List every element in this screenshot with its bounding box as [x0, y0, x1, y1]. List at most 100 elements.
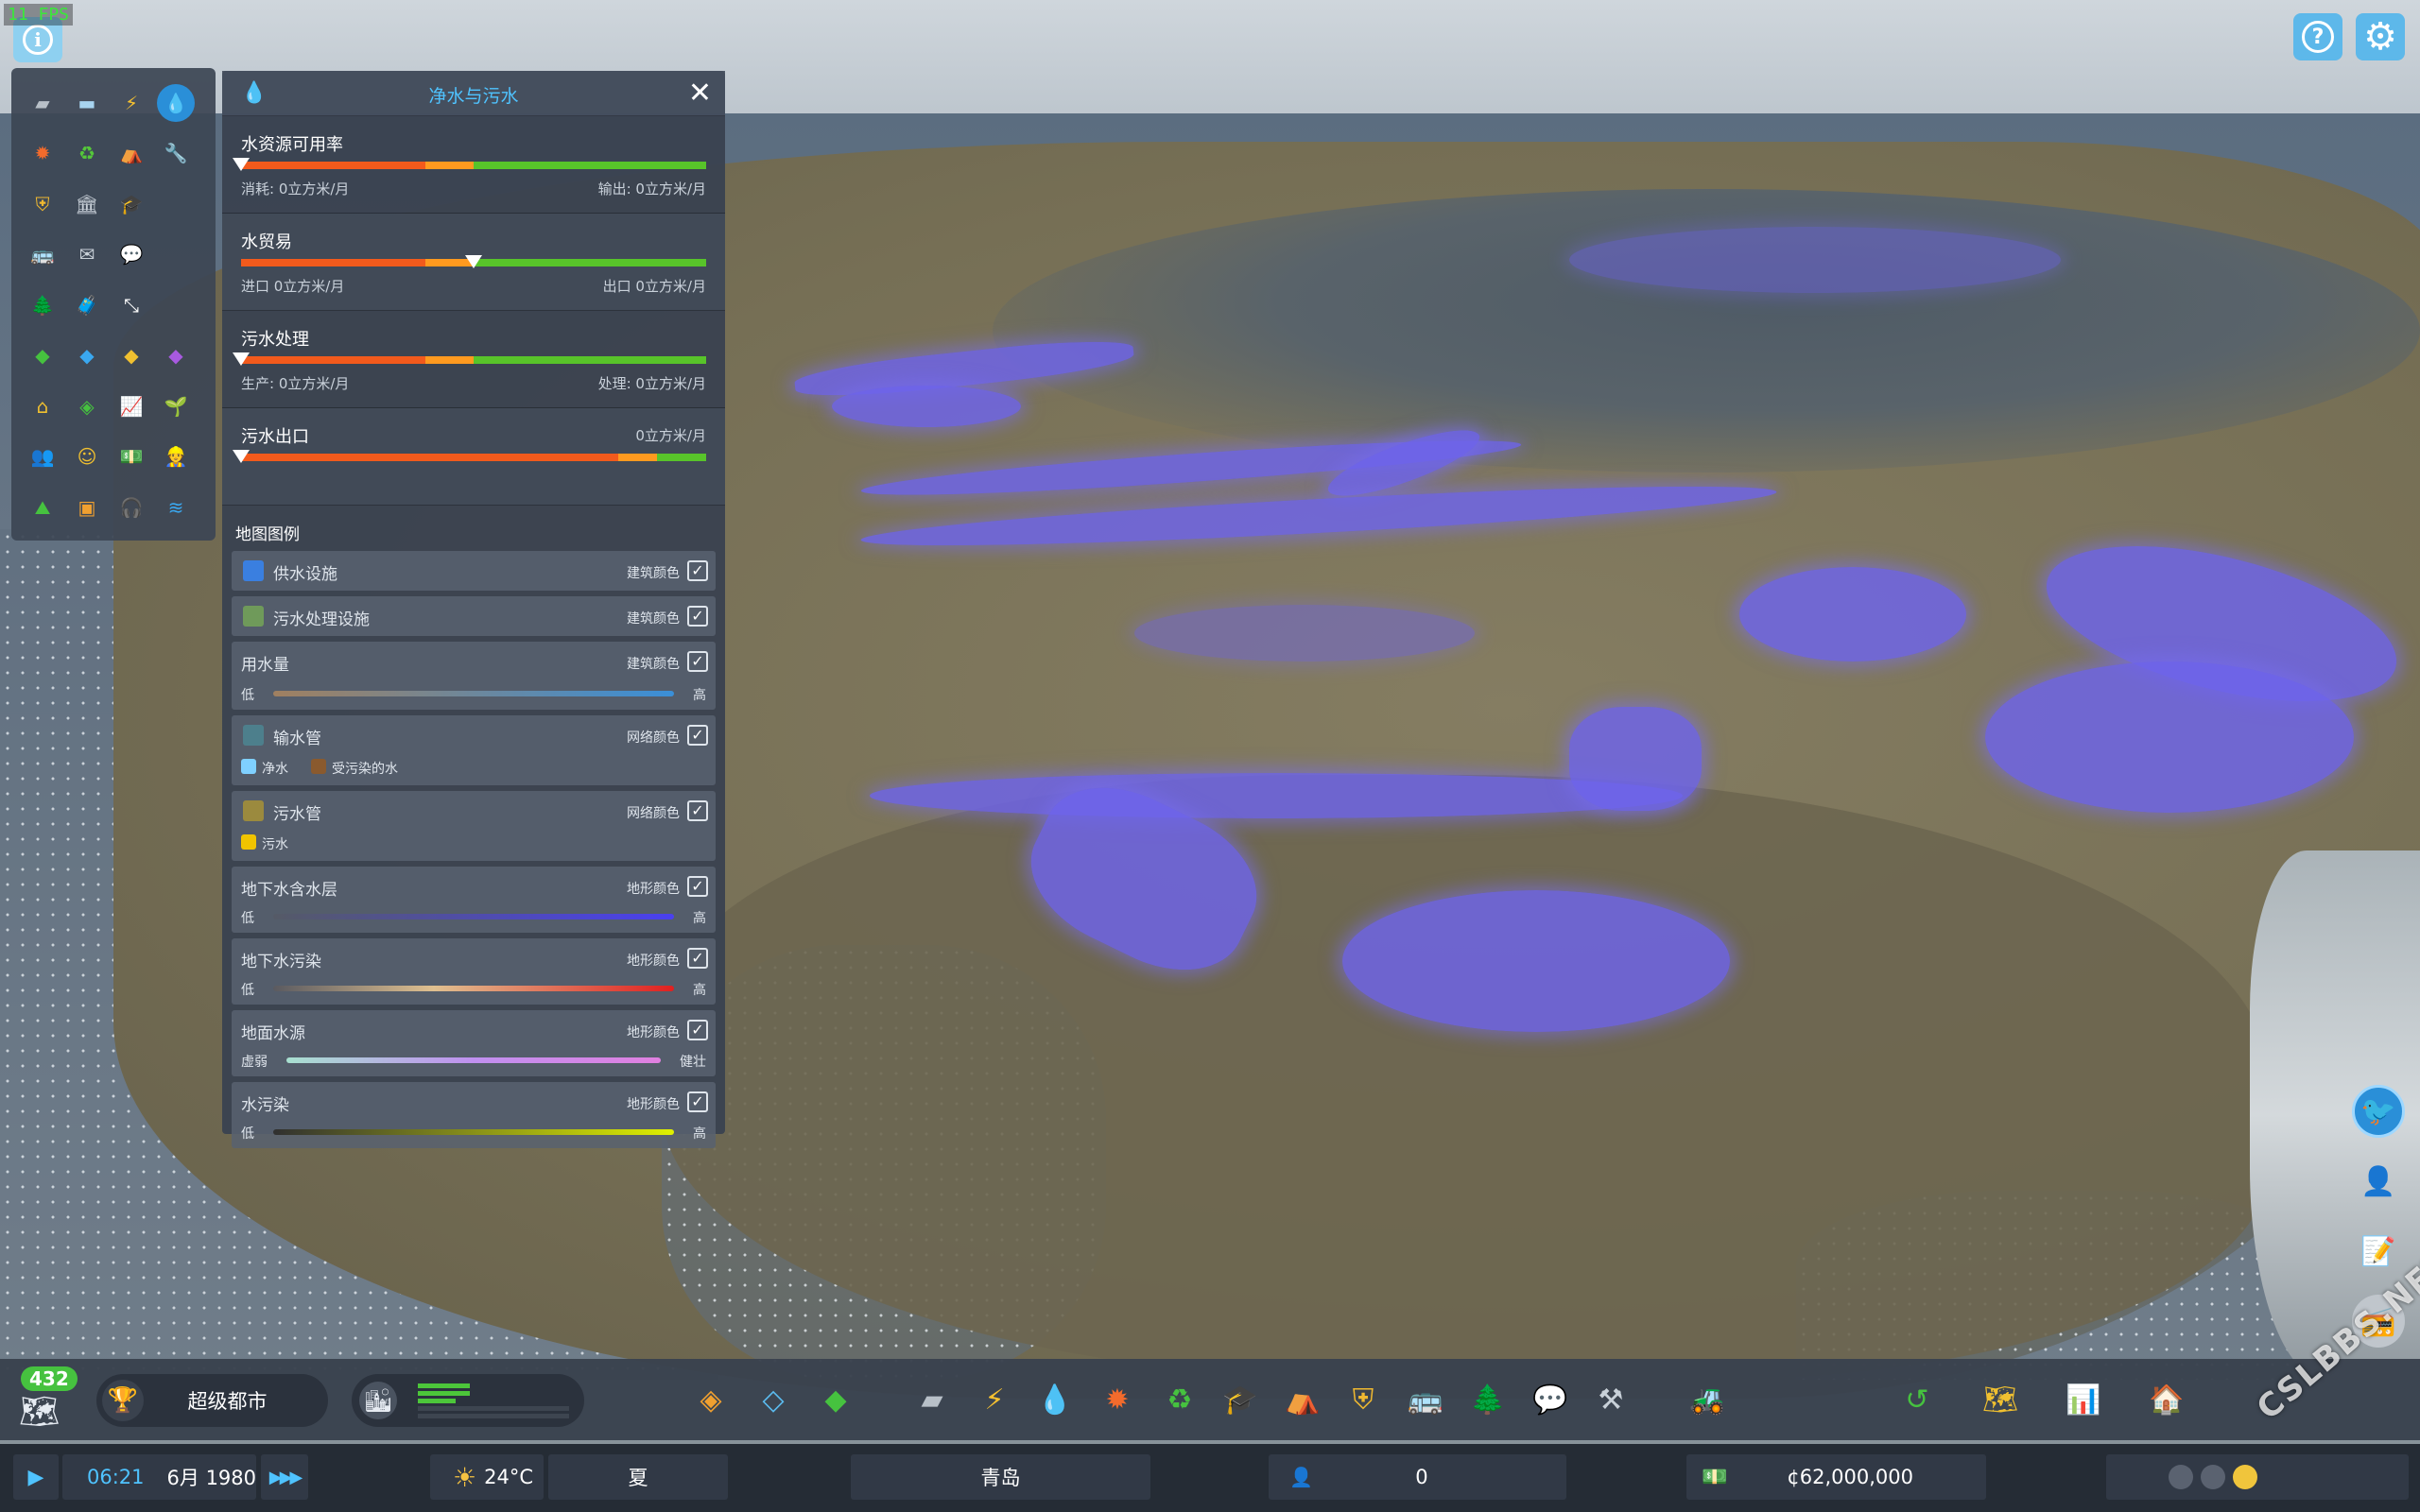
city-name[interactable]: 青岛 [851, 1454, 1150, 1500]
info-view-communication[interactable]: 💬 [110, 230, 153, 281]
info-view-terrain[interactable]: ⛰ [21, 482, 64, 533]
bulldozer-button[interactable]: 🚜 [1686, 1380, 1728, 1421]
water-drop-icon: 💧 [157, 83, 195, 122]
legend-kind: 建筑颜色 [627, 657, 680, 672]
area-icon: ◇ [762, 1383, 785, 1417]
legend-gradient [273, 914, 674, 919]
info-view-money[interactable]: 💵 [110, 432, 153, 483]
headphones-icon: 🎧 [119, 495, 144, 519]
info-view-water-level[interactable]: ≋ [154, 482, 198, 533]
parks-button[interactable]: 🌲 [1467, 1380, 1509, 1421]
info-view-tourism[interactable]: 🧳 [65, 280, 109, 331]
money-counter[interactable]: 💵 ¢62,000,000 [1686, 1454, 1986, 1500]
info-view-fertility[interactable]: 🌱 [154, 381, 198, 432]
info-view-roads[interactable]: ▰ [21, 77, 64, 129]
speed-button[interactable]: ▶▶▶ [261, 1454, 308, 1500]
citizens-icon: 👥 [30, 445, 55, 469]
education-button[interactable]: 🎓 [1219, 1380, 1261, 1421]
info-view-agriculture[interactable]: ▣ [65, 482, 109, 533]
trophy-icon: 🏆 [102, 1380, 144, 1421]
undo-button[interactable]: ↺ [1896, 1380, 1938, 1421]
water-icon: 💧 [1037, 1383, 1073, 1417]
close-icon[interactable]: ✕ [688, 77, 712, 110]
info-view-electricity[interactable]: ⚡ [110, 77, 153, 129]
garbage-button[interactable]: ♻ [1159, 1380, 1201, 1421]
info-view-commercial[interactable]: ◆ [65, 331, 109, 382]
info-view-maintenance[interactable]: 🔧 [154, 129, 198, 180]
info-view-land-value[interactable]: ⌂ [21, 381, 64, 432]
info-view-residential[interactable]: ◆ [21, 331, 64, 382]
play-button[interactable]: ▶ [13, 1454, 59, 1500]
notes-button[interactable]: 📝 [2352, 1225, 2405, 1278]
info-view-education[interactable]: 🎓 [110, 179, 153, 230]
milestone-button[interactable]: 🏆 超级都市 [96, 1374, 328, 1427]
chirper-bird-icon: 🐦 [2360, 1094, 2396, 1128]
info-view-government[interactable]: 🏛 [65, 179, 109, 230]
info-view-fire[interactable]: ✹ [21, 129, 64, 180]
settings-button[interactable]: ⚙ [2356, 13, 2405, 60]
info-view-water[interactable]: 💧 [154, 77, 198, 129]
info-view-industrial[interactable]: ◆ [110, 331, 153, 382]
police-badge-icon: ⛨ [35, 192, 50, 215]
area-button[interactable]: ◇ [752, 1380, 794, 1421]
roads-button[interactable]: ▰ [911, 1380, 953, 1421]
info-view-happiness[interactable]: ☺ [65, 432, 109, 483]
fire-button[interactable]: ✹ [1097, 1380, 1138, 1421]
legend-checkbox[interactable]: ✓ [687, 800, 708, 821]
legend-checkbox[interactable]: ✓ [687, 651, 708, 672]
info-view-office[interactable]: ◆ [154, 331, 198, 382]
police-button[interactable]: ⛨ [1342, 1380, 1384, 1421]
zoning-button[interactable]: ◈ [690, 1380, 732, 1421]
money-icon: 💵 [1702, 1465, 1728, 1489]
legend-swatch [243, 725, 264, 746]
statistics-button[interactable]: 📊 [2063, 1380, 2104, 1421]
shelter-button[interactable]: ⛺ [1282, 1380, 1323, 1421]
info-view-economy[interactable]: 📈 [110, 381, 153, 432]
bulldozer-icon: 🚜 [1689, 1383, 1725, 1417]
info-view-transport[interactable]: 🚌 [21, 230, 64, 281]
info-view-noise[interactable]: 🎧 [110, 482, 153, 533]
undo-icon: ↺ [1905, 1383, 1929, 1417]
season-label: 夏 [628, 1467, 648, 1489]
electricity-button[interactable]: ⚡ [974, 1380, 1015, 1421]
home-button[interactable]: 🏠 [2146, 1380, 2187, 1421]
communication-button[interactable]: 💬 [1530, 1380, 1571, 1421]
legend-checkbox[interactable]: ✓ [687, 876, 708, 897]
legend-checkbox[interactable]: ✓ [687, 606, 708, 627]
legend-checkbox[interactable]: ✓ [687, 725, 708, 746]
legend-checkbox[interactable]: ✓ [687, 1091, 708, 1112]
info-view-parks[interactable]: 🌲 [21, 280, 64, 331]
meter-label: 污水出口 [241, 427, 309, 447]
citizen-button[interactable]: 👤 [2352, 1155, 2405, 1208]
legend-checkbox[interactable]: ✓ [687, 948, 708, 969]
house-icon: ⌂ [36, 394, 49, 418]
landscaping-button[interactable]: ⚒ [1590, 1380, 1632, 1421]
chirper-button[interactable]: 🐦 [2352, 1085, 2405, 1138]
legend-gradient [286, 1057, 661, 1063]
help-button[interactable]: ? [2293, 13, 2342, 60]
info-view-police[interactable]: ⛨ [21, 179, 64, 230]
info-view-mail[interactable]: ✉ [65, 230, 109, 281]
demand-bars [418, 1383, 569, 1421]
happiness-face-icon [2233, 1465, 2257, 1489]
info-view-health[interactable]: 👥 [21, 432, 64, 483]
population-button[interactable]: 432 🗺 [13, 1366, 78, 1435]
info-view-workers[interactable]: 👷 [154, 432, 198, 483]
info-view-garbage[interactable]: ♻ [65, 129, 109, 180]
districts-button[interactable]: ◆ [815, 1380, 856, 1421]
legend-swatch [243, 560, 264, 581]
legend-checkbox[interactable]: ✓ [687, 1020, 708, 1040]
info-view-disaster[interactable]: ⛺ [110, 129, 153, 180]
legend-checkbox[interactable]: ✓ [687, 560, 708, 581]
info-view-buildings[interactable]: ▬ [65, 77, 109, 129]
happiness-face-icon [2201, 1465, 2225, 1489]
map-button[interactable]: 🗺 [1979, 1380, 2021, 1421]
parks-icon: 🌲 [1470, 1383, 1506, 1417]
water-button[interactable]: 💧 [1034, 1380, 1076, 1421]
transport-button[interactable]: 🚌 [1405, 1380, 1446, 1421]
info-view-traffic[interactable]: ⤡ [110, 280, 153, 331]
zone-demand[interactable]: 🏙 [352, 1374, 584, 1427]
legend-name: 污水管 [273, 805, 321, 824]
legend-high-label: 高 [693, 983, 706, 998]
info-view-resources[interactable]: ◈ [65, 381, 109, 432]
